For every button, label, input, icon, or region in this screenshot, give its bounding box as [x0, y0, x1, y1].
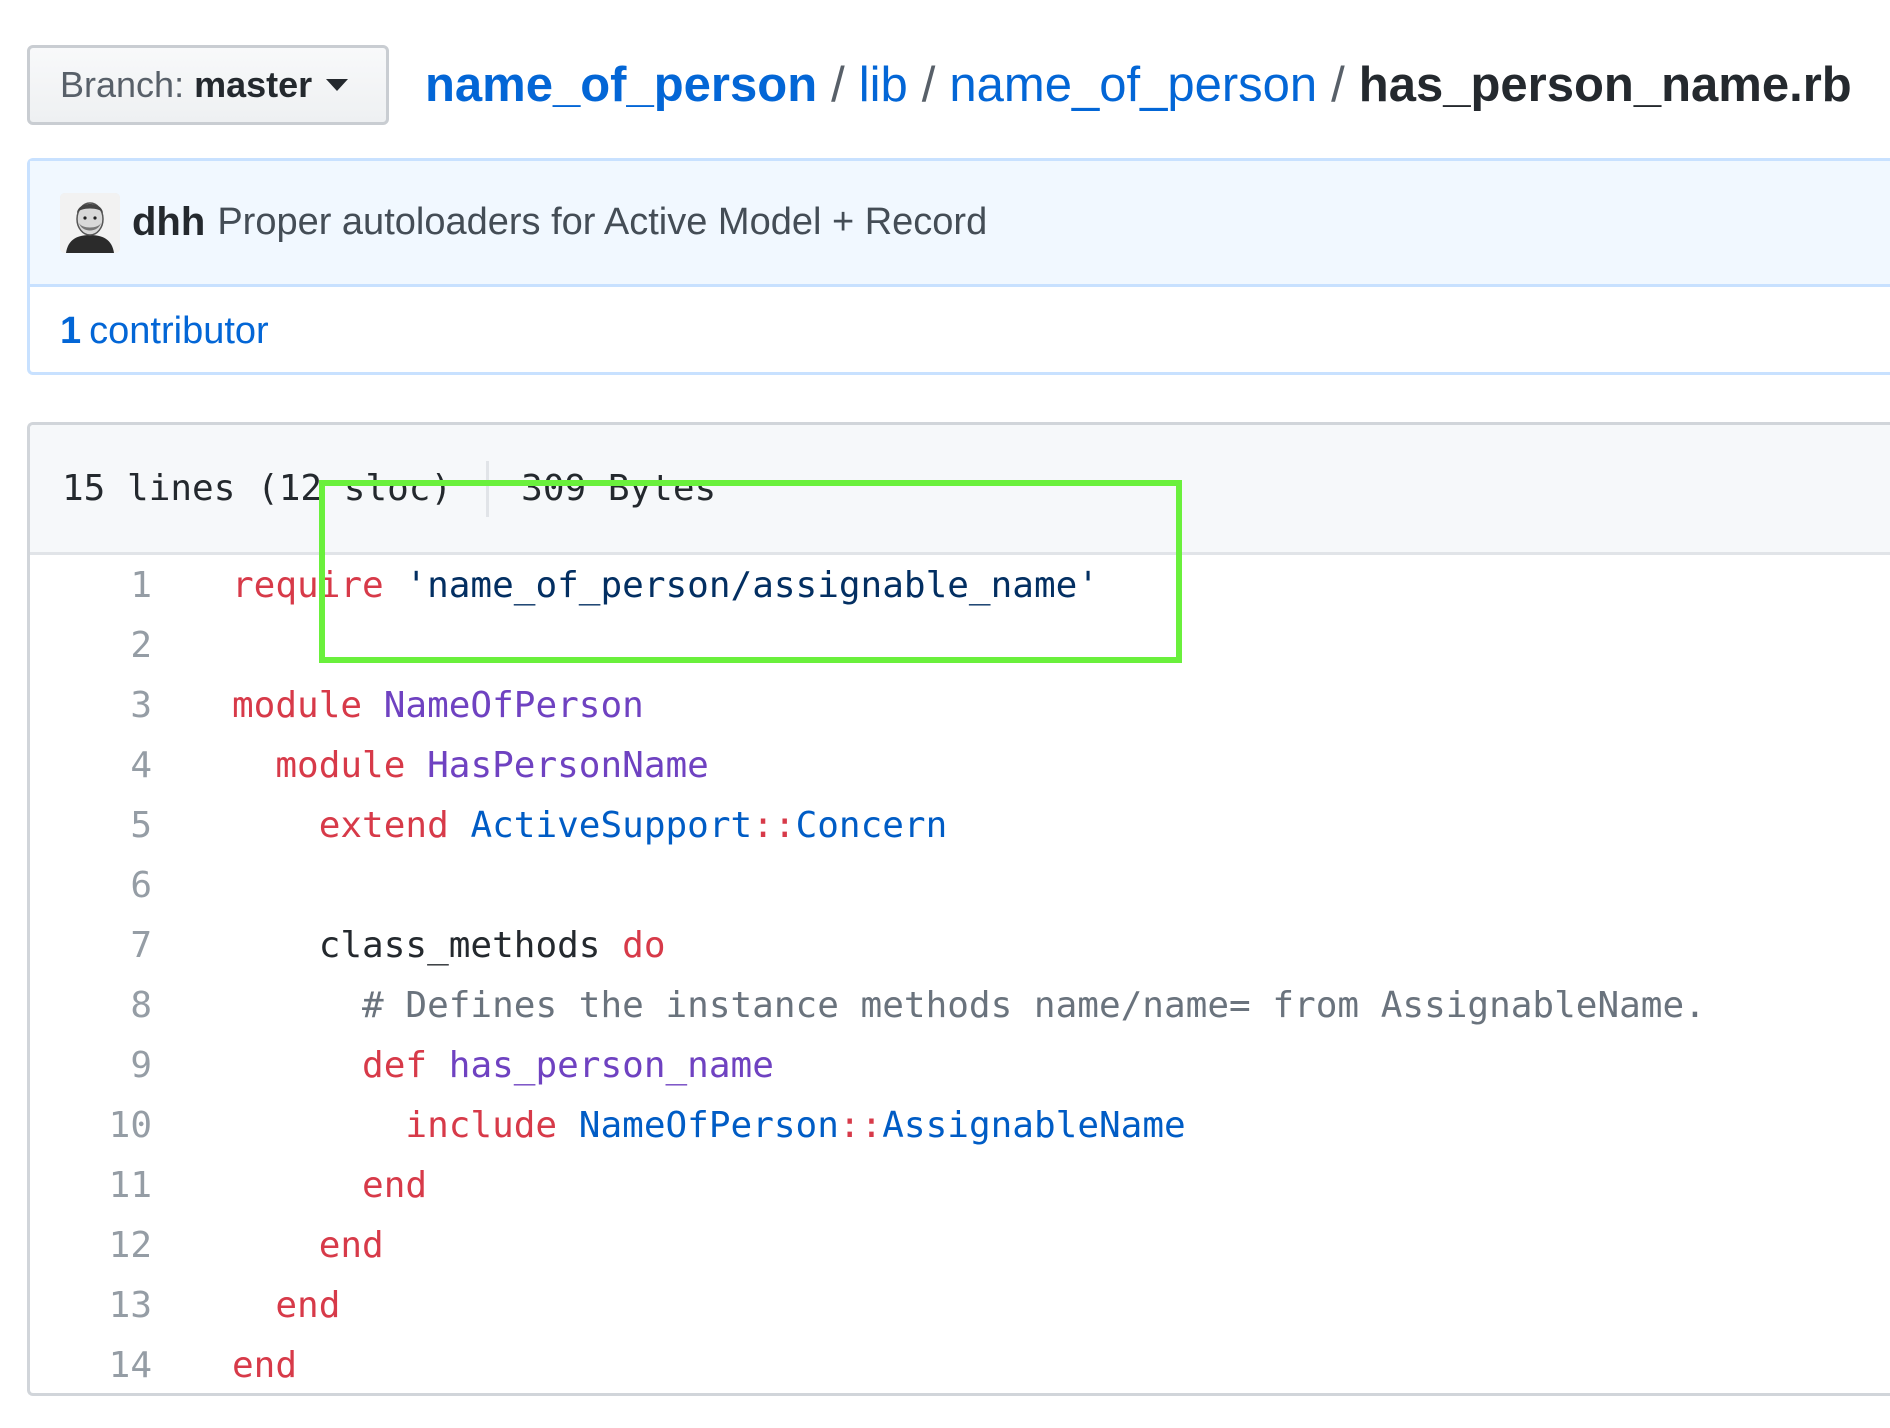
contributor-label: contributor: [89, 309, 269, 352]
code-token: module: [232, 684, 363, 726]
code-line: 9 def has_person_name: [30, 1035, 1890, 1095]
breadcrumb-separator: /: [831, 58, 845, 112]
line-content: # Defines the instance methods name/name…: [232, 985, 1706, 1026]
line-number[interactable]: 11: [30, 1165, 152, 1206]
line-number[interactable]: 3: [30, 685, 152, 726]
code-token: end: [232, 1344, 298, 1386]
commit-author-link[interactable]: dhh: [132, 200, 205, 245]
code-blob: 1 require 'name_of_person/assignable_name…: [30, 555, 1890, 1393]
line-number[interactable]: 9: [30, 1045, 152, 1086]
code-line: 1 require 'name_of_person/assignable_name…: [30, 555, 1890, 615]
line-content: extend ActiveSupport::Concern: [232, 804, 948, 846]
branch-name: master: [194, 64, 313, 105]
breadcrumb-lib-link[interactable]: lib: [859, 57, 908, 113]
breadcrumb-file-name: has_person_name.rb: [1358, 58, 1852, 112]
commit-message-link[interactable]: Proper autoloaders for Active Model + Re…: [217, 201, 987, 244]
breadcrumb: name_of_person / lib / name_of_person / …: [425, 50, 1852, 120]
code-token: NameOfPerson: [578, 1104, 839, 1146]
code-line: 13 end: [30, 1275, 1890, 1335]
line-number[interactable]: 8: [30, 985, 152, 1026]
code-token: 'name_of_person/assignable_name': [405, 564, 1099, 606]
code-token: ActiveSupport: [470, 804, 753, 846]
code-token: ::: [752, 804, 796, 846]
code-token: end: [275, 1284, 341, 1326]
line-content: def has_person_name: [232, 1045, 774, 1086]
line-number[interactable]: 4: [30, 745, 152, 786]
line-number[interactable]: 12: [30, 1225, 152, 1266]
file-size: 309 Bytes: [521, 468, 717, 509]
file-info-divider: [486, 460, 490, 517]
code-token: ::: [838, 1104, 883, 1146]
line-content: end: [232, 1285, 340, 1326]
line-content: include NameOfPerson::AssignableName: [232, 1104, 1186, 1146]
code-token: include: [405, 1104, 558, 1146]
code-line: 11 end: [30, 1155, 1890, 1215]
code-token: Concern: [795, 804, 948, 846]
line-content: module HasPersonName: [232, 745, 709, 786]
code-line: 10 include NameOfPerson::AssignableName: [30, 1095, 1890, 1155]
contributor-count: 1: [60, 309, 82, 352]
code-line: 5 extend ActiveSupport::Concern: [30, 795, 1890, 855]
line-number[interactable]: 13: [30, 1285, 152, 1326]
code-line: 4 module HasPersonName: [30, 735, 1890, 795]
breadcrumb-dir-link[interactable]: name_of_person: [949, 57, 1317, 113]
code-token: extend: [318, 804, 449, 846]
line-content: class_methods do: [232, 925, 666, 966]
line-number[interactable]: 2: [30, 625, 152, 666]
code-token: class_methods: [318, 924, 623, 966]
code-line: 7 class_methods do: [30, 915, 1890, 975]
line-number[interactable]: 6: [30, 865, 152, 906]
code-token: module: [275, 744, 406, 786]
code-token: end: [318, 1224, 384, 1266]
code-line: 3 module NameOfPerson: [30, 675, 1890, 735]
branch-label: Branch:: [60, 64, 185, 105]
file-info-header: 15 lines (12 sloc) 309 Bytes: [30, 425, 1890, 555]
code-line: 8 # Defines the instance methods name/na…: [30, 975, 1890, 1035]
code-token: has_person_name: [448, 1044, 774, 1086]
line-content: end: [232, 1225, 384, 1266]
line-number[interactable]: 10: [30, 1105, 152, 1146]
line-number[interactable]: 5: [30, 805, 152, 846]
breadcrumb-separator: /: [1331, 58, 1345, 112]
code-token: AssignableName: [882, 1104, 1186, 1146]
code-token: HasPersonName: [427, 744, 709, 786]
caret-down-icon: [326, 79, 349, 91]
line-content: require 'name_of_person/assignable_name': [232, 565, 1099, 606]
code-line: 14 end: [30, 1335, 1890, 1393]
file-viewer: 15 lines (12 sloc) 309 Bytes 1 require 'n…: [27, 422, 1890, 1396]
code-token: # Defines the instance methods name/name…: [362, 984, 1706, 1026]
code-line: 6: [30, 855, 1890, 915]
contributors-link[interactable]: 1 contributor: [30, 287, 1890, 375]
breadcrumb-separator: /: [921, 58, 936, 112]
line-content: end: [232, 1165, 427, 1206]
code-line: 12 end: [30, 1215, 1890, 1275]
branch-select-button[interactable]: Branch: master: [27, 45, 389, 125]
line-content: module NameOfPerson: [232, 685, 644, 726]
code-token: end: [362, 1164, 428, 1206]
line-number[interactable]: 14: [30, 1345, 152, 1386]
line-number[interactable]: 7: [30, 925, 152, 966]
file-line-count: 15 lines (12 sloc): [62, 468, 453, 509]
code-token: NameOfPerson: [383, 684, 644, 726]
code-token: do: [622, 924, 666, 966]
breadcrumb-repo-link[interactable]: name_of_person: [425, 57, 817, 113]
line-number[interactable]: 1: [30, 565, 152, 606]
avatar[interactable]: [60, 192, 120, 253]
latest-commit-row: dhh Proper autoloaders for Active Model …: [30, 161, 1890, 287]
line-content: end: [232, 1345, 297, 1386]
code-line: 2: [30, 615, 1890, 675]
code-token: def: [362, 1044, 428, 1086]
commit-info-box: dhh Proper autoloaders for Active Model …: [27, 158, 1890, 375]
code-token: require: [232, 564, 384, 606]
